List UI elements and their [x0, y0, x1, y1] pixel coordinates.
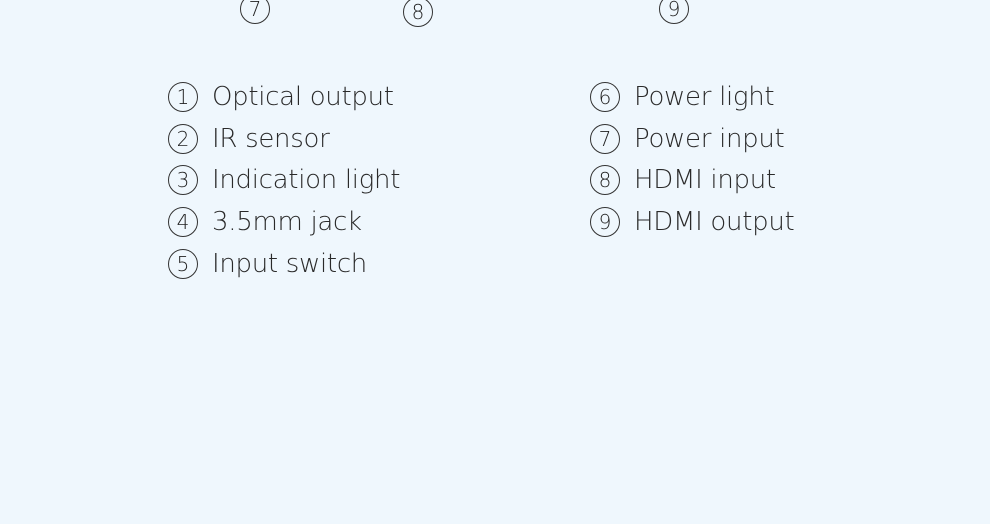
number-badge: 3 [168, 165, 198, 195]
legend-item: 3 Indication light [168, 163, 400, 197]
legend-label: Input switch [212, 249, 367, 279]
number-badge: 7 [590, 124, 620, 154]
legend-item: 9 HDMI output [590, 205, 795, 239]
legend-item: 5 Input switch [168, 247, 367, 281]
number-badge: 6 [590, 82, 620, 112]
legend-item: 7 Power input [590, 122, 785, 156]
legend-item: 1 Optical output [168, 80, 394, 114]
legend-label: HDMI output [634, 207, 795, 237]
legend-label: HDMI input [634, 165, 776, 195]
legend-label: 3.5mm jack [212, 207, 362, 237]
legend-item: 4 3.5mm jack [168, 205, 362, 239]
legend-item: 2 IR sensor [168, 122, 330, 156]
legend-item: 8 HDMI input [590, 163, 776, 197]
number-badge: 2 [168, 124, 198, 154]
legend-item: 6 Power light [590, 80, 775, 114]
legend-label: Power light [634, 82, 775, 112]
legend-label: Power input [634, 124, 785, 154]
callout-8: 8 [403, 0, 433, 27]
legend-label: Optical output [212, 82, 394, 112]
number-badge: 4 [168, 207, 198, 237]
number-badge: 1 [168, 82, 198, 112]
legend-label: Indication light [212, 165, 401, 195]
legend-label: IR sensor [212, 124, 330, 154]
number-badge: 8 [590, 165, 620, 195]
number-badge: 5 [168, 249, 198, 279]
callout-7: 7 [240, 0, 270, 24]
number-badge: 9 [590, 207, 620, 237]
callout-9: 9 [659, 0, 689, 24]
